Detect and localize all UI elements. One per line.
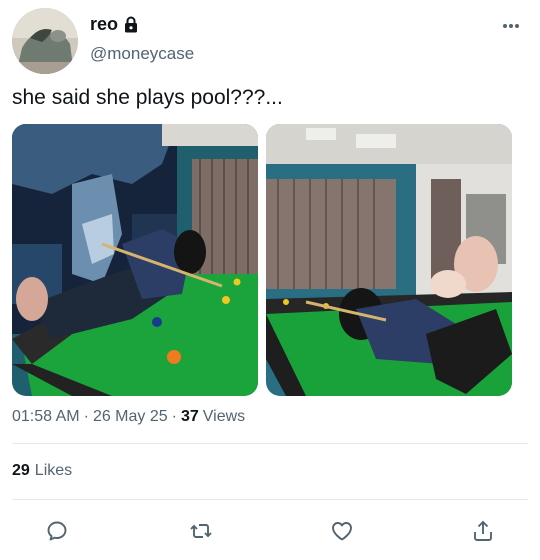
likes-stat[interactable]: 29 Likes [12, 462, 72, 480]
retweet-icon[interactable] [186, 516, 216, 546]
divider [12, 443, 528, 444]
likes-count: 29 [12, 462, 30, 479]
avatar[interactable] [12, 8, 78, 74]
display-name[interactable]: reo [90, 14, 118, 35]
reply-icon[interactable] [42, 516, 72, 546]
tweet-time[interactable]: 01:58 AM [12, 408, 80, 426]
views-label: Views [202, 408, 246, 425]
user-name-row[interactable]: reo [90, 14, 139, 35]
tweet-text: she said she plays pool???... [12, 86, 283, 109]
views-count: 37 [180, 408, 199, 425]
more-options-icon[interactable] [502, 16, 520, 34]
tweet-date[interactable]: 26 May 25 [93, 408, 168, 426]
divider [12, 499, 528, 500]
meta-separator-2: · [171, 408, 177, 425]
likes-label: Likes [34, 462, 73, 479]
tweet-media [12, 124, 512, 396]
tweet-meta: 01:58 AM · 26 May 25 · 37 Views [12, 408, 245, 426]
share-icon[interactable] [468, 516, 498, 546]
meta-separator: · [83, 408, 89, 425]
pool-table-photo-left[interactable] [12, 124, 258, 396]
pool-table-photo-right[interactable] [266, 124, 512, 396]
user-handle[interactable]: @moneycase [90, 44, 194, 64]
lock-icon [123, 16, 139, 33]
heart-icon[interactable] [327, 516, 357, 546]
action-bar [0, 516, 540, 546]
